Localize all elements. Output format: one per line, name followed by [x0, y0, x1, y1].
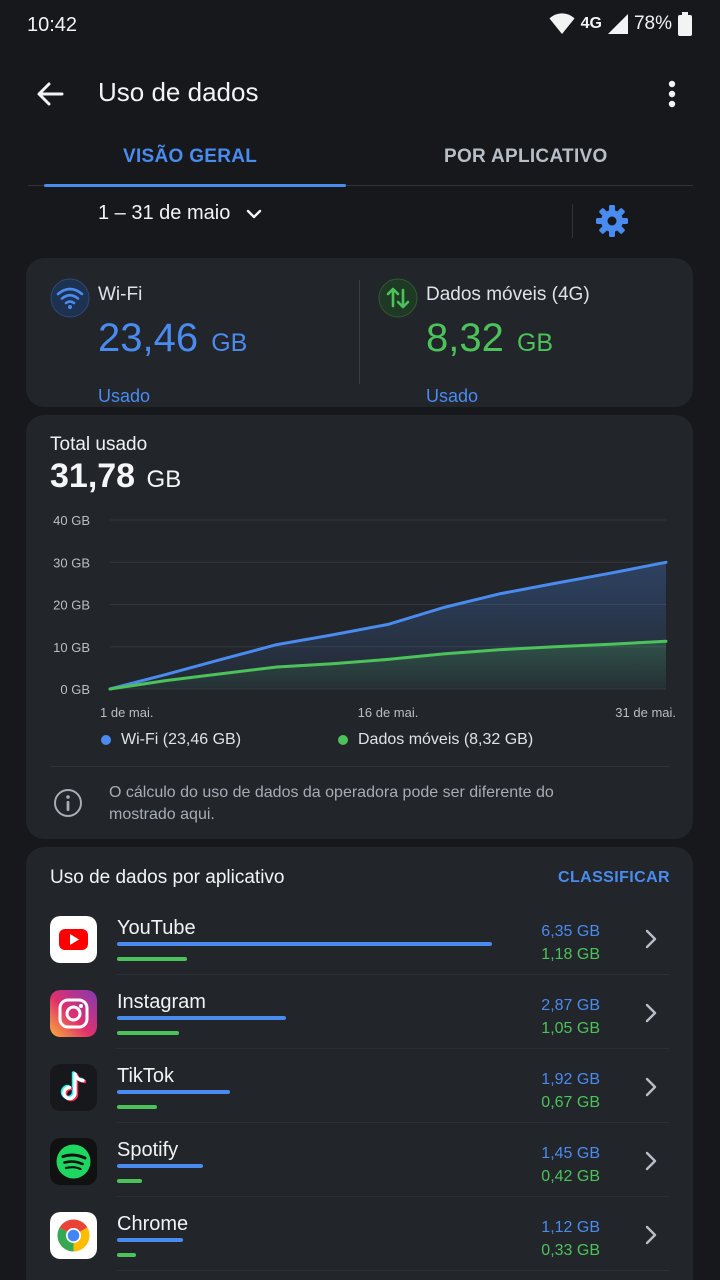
usage-summary-card: Wi-Fi 23,46 GB Usado Dados móveis (4G) 8…: [26, 258, 693, 407]
sort-button[interactable]: CLASSIFICAR: [558, 869, 670, 887]
app-row-instagram[interactable]: Instagram 2,87 GB 1,05 GB: [26, 975, 693, 1049]
mobile-value: 8,32 GB: [426, 316, 554, 360]
back-arrow-icon[interactable]: [30, 74, 70, 114]
legend-wifi-label: Wi-Fi (23,46 GB): [121, 731, 242, 748]
x-tick-label: 16 de mai.: [358, 705, 419, 720]
wifi-bar: [117, 942, 492, 946]
x-tick-label: 1 de mai.: [100, 705, 153, 720]
total-usage-card: Total usado 31,78 GB 40 GB 30 GB 20 GB 10 G…: [26, 415, 693, 839]
app-row-youtube[interactable]: YouTube 6,35 GB 1,18 GB: [26, 901, 693, 975]
y-tick-label: 20 GB: [53, 598, 90, 613]
x-tick-label: 31 de mai.: [615, 705, 676, 720]
y-tick-label: 0 GB: [60, 682, 90, 697]
app-mobile-usage: 0,42 GB: [541, 1168, 600, 1185]
y-tick-label: 40 GB: [53, 513, 90, 528]
app-bar: Uso de dados: [0, 62, 720, 122]
app-row-tiktok[interactable]: TikTok 1,92 GB 0,67 GB: [26, 1049, 693, 1123]
wifi-bar: [117, 1164, 203, 1168]
tab-overview[interactable]: VISÃO GERAL: [123, 146, 257, 168]
battery-icon: [678, 12, 692, 36]
app-wifi-usage: 1,45 GB: [541, 1145, 600, 1162]
y-tick-label: 30 GB: [53, 555, 90, 570]
app-name: Spotify: [117, 1139, 179, 1161]
app-wifi-usage: 1,92 GB: [541, 1071, 600, 1088]
page-title: Uso de dados: [98, 77, 259, 107]
wifi-bar: [117, 1090, 230, 1094]
apps-usage-card: Uso de dados por aplicativo CLASSIFICAR …: [26, 847, 693, 1280]
period-label: 1 – 31 de maio: [98, 202, 231, 224]
legend-mobile: Dados móveis (8,32 GB): [338, 731, 533, 749]
app-wifi-usage: 6,35 GB: [541, 923, 600, 940]
legend-wifi: Wi-Fi (23,46 GB): [101, 731, 241, 749]
more-vert-icon[interactable]: [660, 76, 684, 112]
app-name: Chrome: [117, 1213, 189, 1235]
app-mobile-usage: 0,67 GB: [541, 1094, 600, 1111]
wifi-label: Wi-Fi: [98, 284, 143, 305]
usage-divider: [359, 280, 360, 384]
mobile-bar: [117, 1179, 142, 1183]
app-row-chrome[interactable]: Chrome 1,12 GB 0,33 GB: [26, 1197, 693, 1271]
app-mobile-usage: 0,33 GB: [541, 1242, 600, 1259]
usage-chart: 40 GB 30 GB 20 GB 10 GB 0 GB 1 de mai. 16 de m…: [53, 513, 676, 720]
tab-bar: VISÃO GERAL POR APLICATIVO: [28, 130, 693, 187]
period-selector[interactable]: 1 – 31 de maio: [98, 202, 264, 225]
status-time: 10:42: [27, 14, 78, 36]
period-divider: [572, 204, 573, 238]
status-icons: 4G 78%: [549, 12, 692, 36]
app-wifi-usage: 2,87 GB: [541, 997, 600, 1014]
wifi-signal-icon: [549, 13, 575, 34]
tab-indicator: [44, 184, 346, 187]
status-bar: 10:42 4G 78%: [0, 0, 720, 52]
legend-mobile-label: Dados móveis (8,32 GB): [358, 731, 534, 748]
chrome-icon: [50, 1212, 97, 1259]
mobile-label: Dados móveis (4G): [426, 284, 590, 305]
app-mobile-usage: 1,18 GB: [541, 946, 600, 963]
chevron-right-icon: [645, 1225, 657, 1245]
row-divider: [116, 1270, 669, 1271]
app-name: YouTube: [117, 917, 196, 939]
chart-divider: [50, 766, 670, 767]
total-value: 31,78 GB: [50, 457, 182, 495]
chevron-right-icon: [645, 1077, 657, 1097]
spotify-icon: [50, 1138, 97, 1185]
battery-percent: 78%: [633, 13, 672, 34]
cell-signal-icon: [607, 14, 628, 34]
wifi-sub: Usado: [98, 386, 151, 406]
apps-section-title: Uso de dados por aplicativo: [50, 867, 285, 888]
network-type: 4G: [580, 15, 602, 32]
info-text: O cálculo do uso de dados da operadora p…: [109, 784, 554, 823]
legend-dot-wifi: [101, 735, 111, 745]
app-wifi-usage: 1,12 GB: [541, 1219, 600, 1236]
app-row-spotify[interactable]: Spotify 1,45 GB 0,42 GB: [26, 1123, 693, 1197]
tab-by-app[interactable]: POR APLICATIVO: [444, 146, 608, 168]
youtube-icon: [50, 916, 97, 963]
chevron-right-icon: [645, 929, 657, 949]
chevron-right-icon: [645, 1003, 657, 1023]
instagram-icon: [50, 990, 97, 1037]
legend-dot-mobile: [338, 735, 348, 745]
gear-icon[interactable]: [595, 204, 629, 238]
app-name: Instagram: [117, 991, 206, 1013]
app-name: TikTok: [117, 1065, 175, 1087]
chevron-right-icon: [645, 1151, 657, 1171]
mobile-bar: [117, 957, 187, 961]
tiktok-icon: [50, 1064, 97, 1111]
mobile-sub: Usado: [426, 386, 479, 406]
y-tick-label: 10 GB: [53, 640, 90, 655]
wifi-bar: [117, 1238, 183, 1242]
mobile-bar: [117, 1253, 136, 1257]
wifi-value: 23,46 GB: [98, 316, 248, 360]
mobile-bar: [117, 1031, 179, 1035]
mobile-data-icon: [378, 278, 418, 318]
info-icon: [54, 789, 82, 817]
mobile-bar: [117, 1105, 157, 1109]
wifi-icon: [50, 278, 90, 318]
chevron-down-icon: [247, 209, 262, 218]
wifi-bar: [117, 1016, 286, 1020]
total-label: Total usado: [50, 434, 148, 455]
app-mobile-usage: 1,05 GB: [541, 1020, 600, 1037]
